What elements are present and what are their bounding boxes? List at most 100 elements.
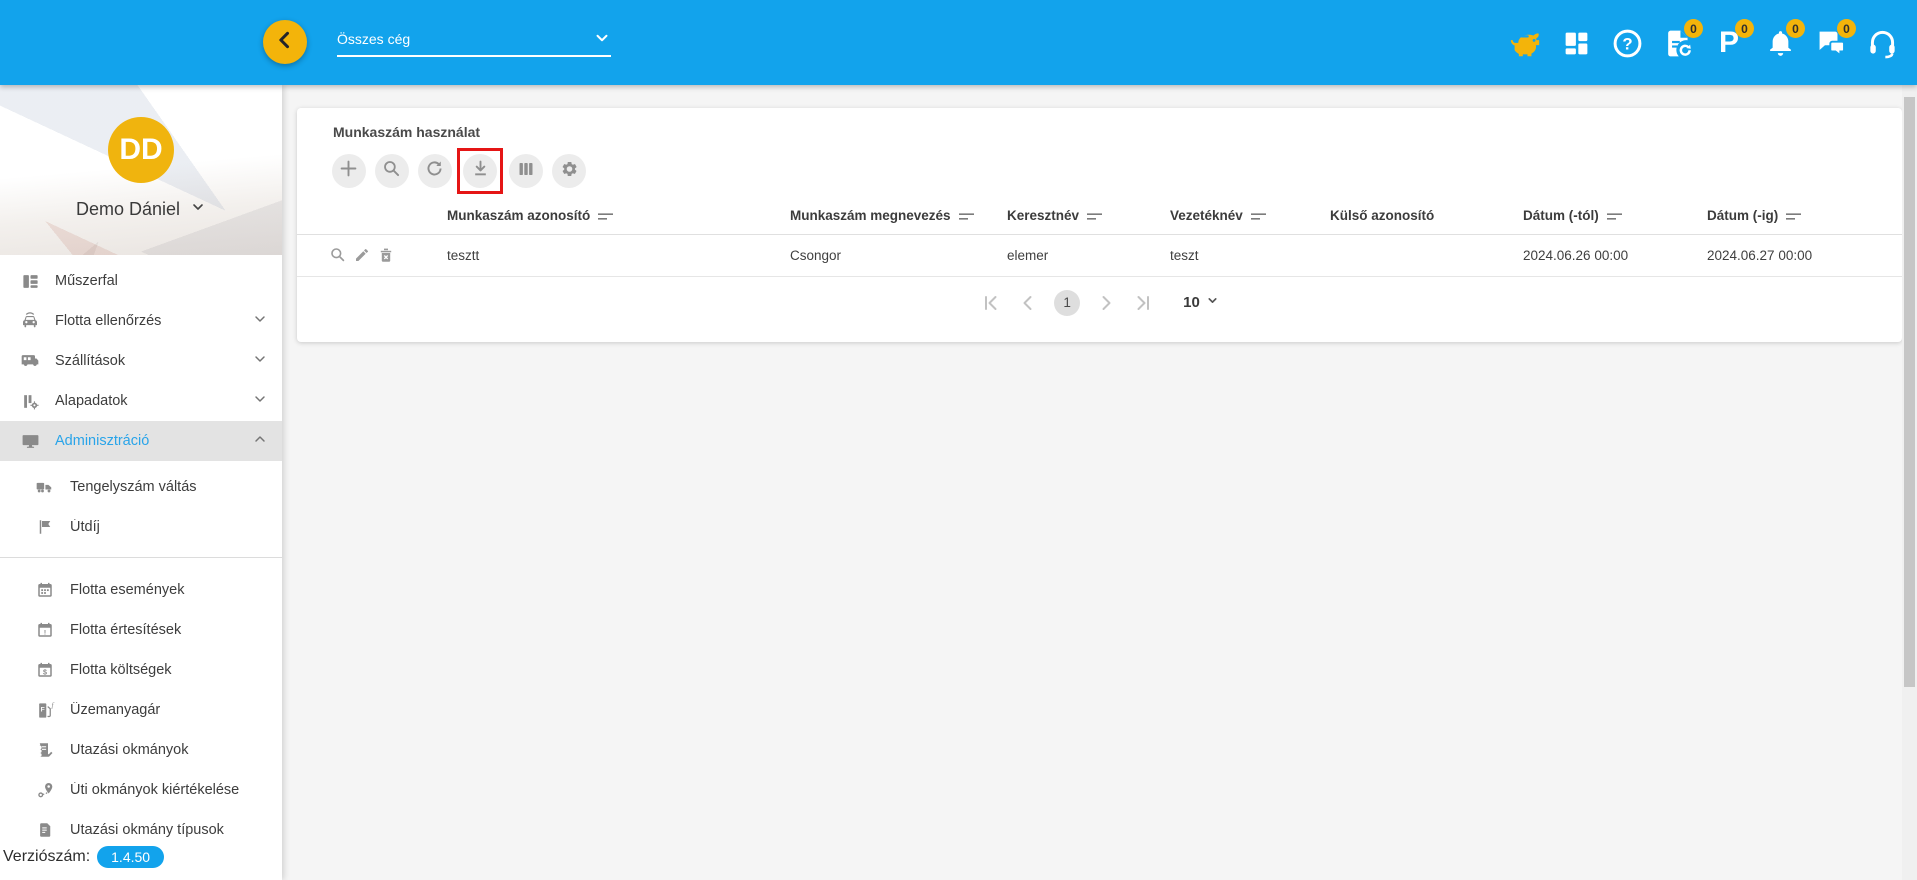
pagination: 1 10: [297, 290, 1902, 316]
messages-icon[interactable]: 0: [1814, 26, 1848, 60]
cell-munkaszam-megnevezes: Csongor: [790, 234, 1007, 276]
page-size-value: 10: [1183, 294, 1200, 311]
download-icon: [472, 160, 489, 182]
chevron-down-icon: [252, 351, 268, 371]
document-history-icon[interactable]: 0: [1661, 26, 1695, 60]
sidebar-item-utazasi-okmanyok[interactable]: Utazási okmányok: [0, 730, 282, 770]
sidebar-item-flotta-esemenyek[interactable]: Flotta események: [0, 570, 282, 610]
sidebar-item-flotta-ertesitesek[interactable]: ! Flotta értesítések: [0, 610, 282, 650]
sidebar-menu: Műszerfal Flotta ellenőrzés Szállítások: [0, 255, 282, 850]
company-selector[interactable]: Összes cég: [337, 29, 611, 57]
notifications-bell-icon[interactable]: 0: [1763, 26, 1797, 60]
column-header-vezeteknev[interactable]: Vezetéknév: [1170, 198, 1330, 234]
chevron-down-icon: [252, 391, 268, 411]
fuel-pump-icon: Ff: [33, 701, 57, 720]
cell-munkaszam-azonosito: tesztt: [447, 234, 790, 276]
page-title: Munkaszám használat: [297, 108, 1902, 140]
table-header-row: Munkaszám azonosító Munkaszám megnevezés…: [297, 198, 1902, 234]
calendar-cost-icon: $: [33, 661, 57, 679]
actions-column-header: [297, 198, 447, 234]
row-delete-icon[interactable]: [378, 247, 394, 263]
add-icon: [340, 160, 357, 182]
chevron-down-icon: [1206, 294, 1219, 311]
sort-icon: [1606, 212, 1623, 222]
connected-car-icon: [18, 311, 42, 331]
calendar-icon: [33, 581, 57, 599]
svg-text:$: $: [43, 669, 47, 677]
sort-icon: [958, 212, 975, 222]
toolbar: [297, 148, 1902, 194]
current-page-indicator[interactable]: 1: [1054, 290, 1080, 316]
page-size-select[interactable]: 10: [1183, 294, 1219, 311]
sidebar-item-adminisztracio[interactable]: Adminisztráció: [0, 421, 282, 461]
next-page-button[interactable]: [1095, 292, 1117, 314]
add-button[interactable]: [332, 154, 366, 188]
chevron-left-icon: [275, 30, 295, 55]
document-types-icon: [33, 821, 57, 839]
company-selector-value: Összes cég: [337, 29, 410, 47]
sidebar-item-utdij[interactable]: Útdíj: [0, 507, 282, 547]
gear-icon: [560, 160, 578, 183]
column-header-datum-tol[interactable]: Dátum (-tól): [1523, 198, 1707, 234]
sidebar-item-alapadatok[interactable]: Alapadatok: [0, 381, 282, 421]
support-headset-icon[interactable]: [1865, 26, 1899, 60]
chevron-down-icon: [593, 29, 611, 50]
sidebar-item-tengelyszam-valtas[interactable]: Tengelyszám váltás: [0, 467, 282, 507]
menu-divider: [0, 557, 282, 558]
row-view-icon[interactable]: [330, 247, 346, 263]
last-page-button[interactable]: [1132, 292, 1154, 314]
help-icon[interactable]: ?: [1610, 26, 1644, 60]
version-label: Verziószám:: [3, 848, 90, 866]
column-header-datum-ig[interactable]: Dátum (-ig): [1707, 198, 1902, 234]
admin-submenu: Tengelyszám váltás Útdíj: [0, 467, 282, 547]
columns-button[interactable]: [509, 154, 543, 188]
search-button[interactable]: [375, 154, 409, 188]
avatar[interactable]: DD: [108, 117, 174, 183]
parking-icon[interactable]: P 0: [1712, 26, 1746, 60]
sort-icon: [1250, 212, 1267, 222]
apps-grid-icon[interactable]: [1559, 26, 1593, 60]
sidebar-item-uzemanyagar[interactable]: Ff Üzemanyagár: [0, 690, 282, 730]
first-page-button[interactable]: [980, 292, 1002, 314]
cell-vezeteknev: teszt: [1170, 234, 1330, 276]
sidebar-item-szallitasok[interactable]: Szállítások: [0, 341, 282, 381]
munkaszam-hasznalat-card: Munkaszám használat: [297, 108, 1902, 342]
parking-badge: 0: [1735, 19, 1754, 38]
previous-page-button[interactable]: [1017, 292, 1039, 314]
sidebar-item-flotta-koltsegek[interactable]: $ Flotta költségek: [0, 650, 282, 690]
piggy-bank-icon[interactable]: [1508, 26, 1542, 60]
tools-submenu: Flotta események ! Flotta értesítések $ …: [0, 570, 282, 850]
cell-datum-ig: 2024.06.27 00:00: [1707, 234, 1902, 276]
sort-icon: [1086, 212, 1103, 222]
column-header-munkaszam-azonosito[interactable]: Munkaszám azonosító: [447, 198, 790, 234]
sidebar-item-uti-okmanyok-kiertekelese[interactable]: Úti okmányok kiértékelése: [0, 770, 282, 810]
sidebar-item-utazasi-okmany-tipusok[interactable]: Utazási okmány típusok: [0, 810, 282, 850]
scrollbar-thumb[interactable]: [1904, 97, 1915, 687]
row-actions: [297, 247, 447, 263]
vertical-scrollbar[interactable]: [1902, 85, 1917, 880]
user-name: Demo Dániel: [76, 199, 180, 220]
cell-datum-tol: 2024.06.26 00:00: [1523, 234, 1707, 276]
refresh-button[interactable]: [418, 154, 452, 188]
cell-keresztnev: elemer: [1007, 234, 1170, 276]
axle-truck-icon: [33, 477, 57, 497]
svg-text:!: !: [44, 630, 46, 637]
settings-button[interactable]: [552, 154, 586, 188]
column-header-keresztnev[interactable]: Keresztnév: [1007, 198, 1170, 234]
sidebar-item-flotta-ellenorzes[interactable]: Flotta ellenőrzés: [0, 301, 282, 341]
route-evaluation-icon: [33, 781, 57, 800]
collapse-sidebar-button[interactable]: [263, 20, 307, 64]
user-menu[interactable]: Demo Dániel: [0, 199, 282, 220]
version-row: Verziószám: 1.4.50: [3, 846, 164, 868]
table-row: tesztt Csongor elemer teszt 2024.06.26 0…: [297, 234, 1902, 276]
search-icon: [383, 160, 400, 182]
notifications-badge: 0: [1786, 19, 1805, 38]
column-header-munkaszam-megnevezes[interactable]: Munkaszám megnevezés: [790, 198, 1007, 234]
download-highlight-box: [457, 148, 503, 194]
calendar-alert-icon: !: [33, 621, 57, 639]
download-button[interactable]: [463, 154, 497, 188]
sidebar-item-muszerfal[interactable]: Műszerfal: [0, 261, 282, 301]
chevron-down-icon: [190, 199, 206, 220]
row-edit-icon[interactable]: [354, 247, 370, 263]
munkaszam-table: Munkaszám azonosító Munkaszám megnevezés…: [297, 198, 1902, 277]
